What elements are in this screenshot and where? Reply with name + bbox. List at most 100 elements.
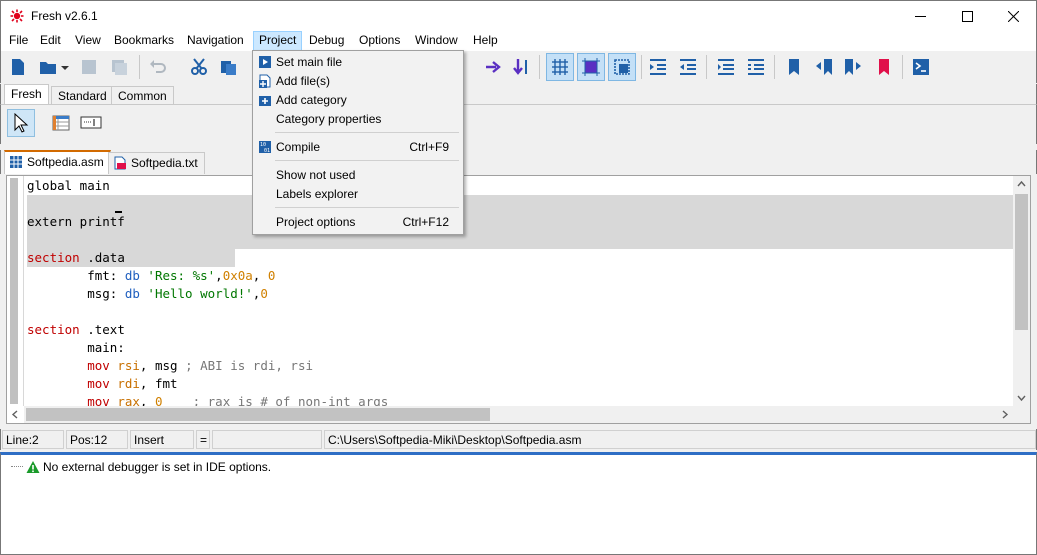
menu-bookmarks[interactable]: Bookmarks bbox=[109, 31, 179, 51]
output-panel[interactable]: No external debugger is set in IDE optio… bbox=[0, 452, 1037, 555]
frame-toggle-button[interactable] bbox=[608, 53, 636, 81]
grid-component-button[interactable] bbox=[47, 109, 75, 137]
tab-standard[interactable]: Standard bbox=[51, 86, 114, 105]
status-line: Line:2 bbox=[2, 430, 64, 449]
uncomment-block-button[interactable] bbox=[744, 55, 768, 79]
menu-navigation[interactable]: Navigation bbox=[182, 31, 249, 51]
menu-label: Add file(s) bbox=[276, 74, 331, 88]
project-menu-dropdown: Set main file Add file(s) Add category C… bbox=[252, 50, 464, 235]
file-tabs: Softpedia.asm Softpedia.txt bbox=[0, 150, 1037, 174]
toggle-bookmark-button[interactable] bbox=[782, 55, 806, 79]
status-path: C:\Users\Softpedia-Miki\Desktop\Softpedi… bbox=[324, 430, 1036, 449]
vertical-scrollbar[interactable] bbox=[1013, 176, 1030, 406]
menu-add-category[interactable]: Add category bbox=[255, 91, 461, 110]
arrow-down-icon bbox=[513, 59, 527, 75]
edit-component-button[interactable] bbox=[77, 109, 105, 137]
snap-toggle-button[interactable] bbox=[577, 53, 605, 81]
comment-block-button[interactable] bbox=[714, 55, 738, 79]
folder-icon bbox=[40, 62, 56, 74]
selection-highlight bbox=[115, 195, 1013, 213]
arrow-right-icon bbox=[486, 61, 501, 73]
pointer-tool-button[interactable] bbox=[7, 109, 35, 137]
new-file-icon bbox=[12, 59, 24, 75]
status-modified: = bbox=[196, 430, 210, 449]
horizontal-scroll-thumb[interactable] bbox=[26, 408, 490, 421]
copy-button[interactable] bbox=[217, 55, 241, 79]
bookmark-red-icon bbox=[879, 59, 889, 75]
maximize-button[interactable] bbox=[944, 1, 990, 31]
open-recent-dropdown[interactable] bbox=[59, 55, 73, 79]
close-button[interactable] bbox=[990, 1, 1036, 31]
scroll-up-icon bbox=[1017, 180, 1026, 187]
grid-toggle-button[interactable] bbox=[546, 53, 574, 81]
toolbar-separator bbox=[774, 55, 775, 79]
menu-debug[interactable]: Debug bbox=[304, 31, 349, 51]
prev-bookmark-button[interactable] bbox=[812, 55, 836, 79]
menu-category-properties[interactable]: Category properties bbox=[255, 110, 461, 129]
clear-bookmarks-button[interactable] bbox=[872, 55, 896, 79]
terminal-button[interactable] bbox=[909, 55, 933, 79]
step-over-button[interactable] bbox=[510, 55, 534, 79]
chevron-down-icon bbox=[61, 66, 69, 70]
tree-line bbox=[11, 466, 23, 467]
step-into-button[interactable] bbox=[482, 55, 506, 79]
code-editor[interactable]: global main extern printf section .data … bbox=[6, 175, 1031, 424]
palette-tabs: Fresh Standard Common bbox=[0, 84, 1037, 105]
code-line-3: extern printf bbox=[27, 214, 125, 229]
warning-icon bbox=[26, 461, 40, 473]
app-logo-icon bbox=[10, 9, 24, 23]
menu-label: Compile bbox=[276, 140, 321, 154]
menu-show-not-used[interactable]: Show not used bbox=[255, 166, 461, 185]
next-bookmark-button[interactable] bbox=[841, 55, 865, 79]
open-file-button[interactable] bbox=[36, 55, 60, 79]
menu-labels-explorer[interactable]: Labels explorer bbox=[255, 185, 461, 204]
menu-compile[interactable]: 10 01 Compile Ctrl+F9 bbox=[255, 138, 461, 157]
editor-gutter bbox=[7, 176, 24, 406]
indent-icon bbox=[650, 59, 666, 75]
menu-project[interactable]: Project bbox=[253, 31, 303, 51]
code-area[interactable]: global main extern printf section .data … bbox=[27, 177, 1013, 406]
menu-view[interactable]: View bbox=[70, 31, 106, 51]
add-category-icon bbox=[259, 96, 271, 106]
snap-grid-icon bbox=[582, 58, 600, 76]
tab-softpedia-asm[interactable]: Softpedia.asm bbox=[4, 150, 111, 174]
menu-window[interactable]: Window bbox=[410, 31, 463, 51]
minimize-button[interactable] bbox=[897, 1, 943, 31]
scissors-icon bbox=[191, 58, 207, 75]
vertical-scroll-thumb[interactable] bbox=[1015, 194, 1028, 330]
bookmark-icon bbox=[789, 59, 799, 75]
menu-edit[interactable]: Edit bbox=[35, 31, 66, 51]
list-indent-icon bbox=[718, 59, 734, 75]
save-all-button[interactable] bbox=[107, 55, 131, 79]
menu-set-main-file[interactable]: Set main file bbox=[255, 53, 461, 72]
menu-project-options[interactable]: Project options Ctrl+F12 bbox=[255, 213, 461, 232]
new-file-button[interactable] bbox=[6, 55, 30, 79]
menu-shortcut: Ctrl+F9 bbox=[409, 140, 449, 154]
menu-separator bbox=[275, 132, 459, 133]
undo-button[interactable] bbox=[146, 55, 170, 79]
menu-separator bbox=[275, 160, 459, 161]
scroll-down-icon bbox=[1017, 395, 1026, 402]
indent-button[interactable] bbox=[646, 55, 670, 79]
tab-fresh[interactable]: Fresh bbox=[4, 84, 49, 105]
menu-help[interactable]: Help bbox=[468, 31, 503, 51]
horizontal-scrollbar[interactable] bbox=[11, 406, 1013, 423]
menu-file[interactable]: File bbox=[4, 31, 33, 51]
menu-add-files[interactable]: Add file(s) bbox=[255, 72, 461, 91]
copy-icon bbox=[221, 61, 236, 75]
tab-softpedia-txt[interactable]: Softpedia.txt bbox=[108, 152, 205, 174]
close-icon bbox=[1008, 11, 1019, 22]
cut-button[interactable] bbox=[187, 55, 211, 79]
grid-icon bbox=[552, 59, 568, 75]
code-line-13: mov rax, 0 ; rax is # of non-int args bbox=[27, 394, 389, 406]
set-main-icon bbox=[259, 56, 271, 68]
outdent-button[interactable] bbox=[676, 55, 700, 79]
save-button[interactable] bbox=[77, 55, 101, 79]
scroll-corner bbox=[1013, 406, 1030, 423]
menu-options[interactable]: Options bbox=[354, 31, 405, 51]
code-line-1: global main bbox=[27, 178, 110, 193]
svg-text:01: 01 bbox=[264, 148, 270, 154]
textbox-icon bbox=[80, 116, 102, 129]
scroll-right-icon bbox=[1002, 410, 1009, 419]
tab-common[interactable]: Common bbox=[111, 86, 174, 105]
